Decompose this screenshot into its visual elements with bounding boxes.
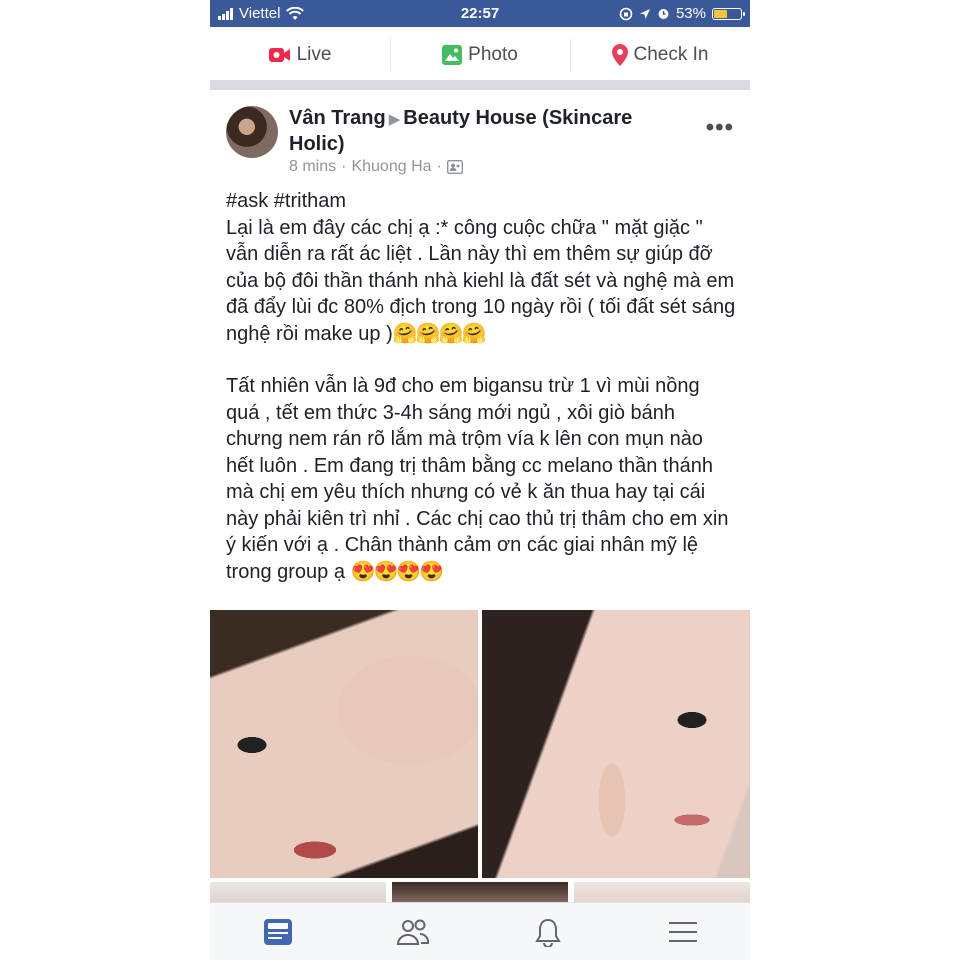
meta-separator: ·: [436, 158, 442, 175]
location-arrow-icon: [639, 8, 650, 19]
author-name[interactable]: Vân Trang: [289, 107, 386, 129]
post-paragraph: Tất nhiên vẫn là 9đ cho em bigansu trừ 1…: [226, 373, 736, 585]
meta-separator: ·: [341, 158, 347, 175]
tab-news-feed[interactable]: [210, 903, 345, 960]
menu-icon: [668, 922, 697, 942]
post-header: Vân Trang ▶ Beauty House (Skincare Holic) …: [210, 92, 750, 184]
post-time[interactable]: 8 mins: [289, 158, 336, 176]
avatar[interactable]: [226, 106, 278, 158]
check-in-label: Check In: [633, 43, 709, 65]
post-paragraph: Lại là em đây các chị ạ :* công cuộc chữ…: [226, 215, 736, 348]
news-feed-icon: [263, 919, 292, 945]
friends-icon: [396, 919, 429, 945]
photo-icon: [442, 44, 463, 65]
alarm-icon: [658, 9, 669, 19]
post-title: Vân Trang ▶ Beauty House (Skincare Holic): [289, 106, 689, 157]
arrow-right-icon: ▶: [388, 111, 401, 128]
bottom-tab-bar: [210, 902, 750, 960]
tab-menu[interactable]: [615, 903, 750, 960]
post-hashtags[interactable]: #ask #tritham: [226, 188, 736, 215]
bell-icon: [534, 918, 561, 947]
post-photo[interactable]: [210, 610, 478, 878]
photo-label: Photo: [468, 43, 518, 65]
check-in-button[interactable]: Check In: [570, 27, 750, 82]
group-members-icon: [446, 160, 463, 174]
hug-emoji: 🤗🤗🤗🤗: [392, 322, 487, 345]
composer-bar: Live Photo Check In: [210, 27, 750, 82]
post-body: #ask #tritham Lại là em đây các chị ạ :*…: [226, 188, 736, 585]
post-photos: [210, 610, 750, 880]
post-location[interactable]: Khuong Ha: [351, 158, 431, 176]
post-paragraph-text: Tất nhiên vẫn là 9đ cho em bigansu trừ 1…: [226, 375, 729, 583]
live-label: Live: [296, 43, 332, 65]
app-screen: Viettel 22:57 53% Live Photo Check In Vâ…: [210, 0, 750, 960]
video-camera-icon: [268, 47, 290, 62]
section-divider: [210, 80, 750, 90]
post-photo[interactable]: [482, 610, 750, 878]
tab-notifications[interactable]: [480, 903, 615, 960]
more-options-icon[interactable]: •••: [706, 114, 734, 142]
photo-button[interactable]: Photo: [390, 27, 570, 82]
status-bar: Viettel 22:57 53%: [210, 0, 750, 27]
battery-icon: [712, 7, 745, 20]
location-pin-icon: [611, 43, 628, 66]
post-meta: 8 mins · Khuong Ha ·: [289, 158, 463, 176]
heart-eyes-emoji: 😍😍😍😍: [350, 560, 445, 583]
live-button[interactable]: Live: [210, 27, 390, 82]
battery-percent: 53%: [675, 5, 706, 22]
tab-friends[interactable]: [345, 903, 480, 960]
rotation-lock-icon: [619, 7, 633, 20]
